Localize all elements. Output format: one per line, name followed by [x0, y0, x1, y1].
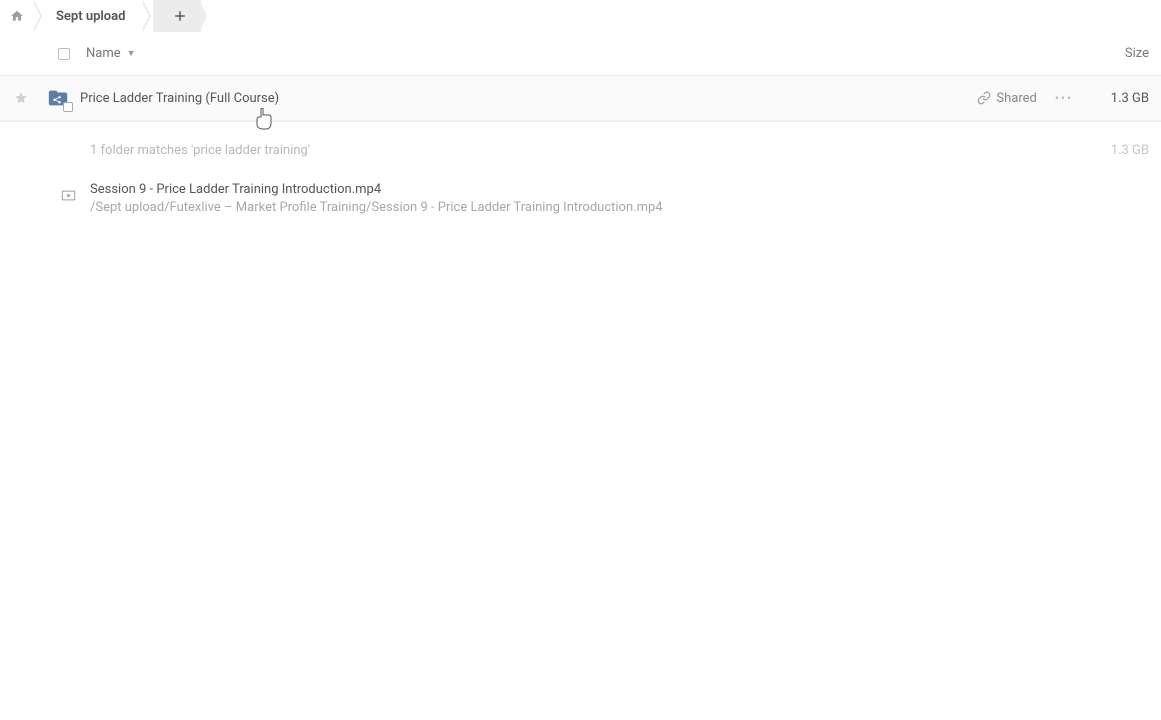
- file-row[interactable]: Session 9 - Price Ladder Training Introd…: [0, 170, 1161, 227]
- folder-name: Price Ladder Training (Full Course): [80, 91, 279, 106]
- shared-label: Shared: [996, 91, 1036, 106]
- favorite-star[interactable]: [6, 91, 36, 105]
- video-file-icon: [61, 188, 76, 203]
- video-file-icon-wrap: [58, 188, 78, 203]
- matches-size: 1.3 GB: [1111, 143, 1149, 158]
- column-header-row: Name ▼ Size: [0, 32, 1161, 76]
- shared-badge[interactable]: Shared: [977, 91, 1036, 106]
- select-all-checkbox[interactable]: [58, 48, 70, 60]
- breadcrumb-current[interactable]: Sept upload: [34, 0, 143, 32]
- column-size-label: Size: [1125, 46, 1149, 61]
- breadcrumb-add-button[interactable]: [153, 0, 201, 32]
- breadcrumb-bar: Sept upload: [0, 0, 1161, 32]
- column-name-label: Name: [86, 46, 121, 61]
- home-icon: [10, 9, 24, 23]
- folder-row[interactable]: Price Ladder Training (Full Course) Shar…: [0, 76, 1161, 122]
- column-name-header[interactable]: Name ▼: [86, 46, 136, 61]
- file-path: /Sept upload/Futexlive – Market Profile …: [90, 200, 663, 215]
- link-icon: [977, 91, 991, 105]
- folder-icon-wrap: [46, 87, 80, 109]
- matches-text: 1 folder matches 'price ladder training': [90, 143, 310, 158]
- sort-caret-icon: ▼: [127, 48, 136, 59]
- star-icon: [14, 91, 28, 105]
- file-name: Session 9 - Price Ladder Training Introd…: [90, 182, 663, 197]
- ellipsis-icon: •••: [1055, 91, 1073, 105]
- breadcrumb-home[interactable]: [4, 0, 34, 32]
- folder-size: 1.3 GB: [1091, 91, 1149, 106]
- column-size-header[interactable]: Size: [1125, 46, 1149, 61]
- link-badge-icon: [63, 102, 73, 112]
- breadcrumb-current-label: Sept upload: [56, 9, 125, 24]
- more-actions-button[interactable]: •••: [1051, 91, 1077, 105]
- plus-icon: [173, 9, 187, 23]
- search-matches-summary: 1 folder matches 'price ladder training'…: [0, 130, 1161, 170]
